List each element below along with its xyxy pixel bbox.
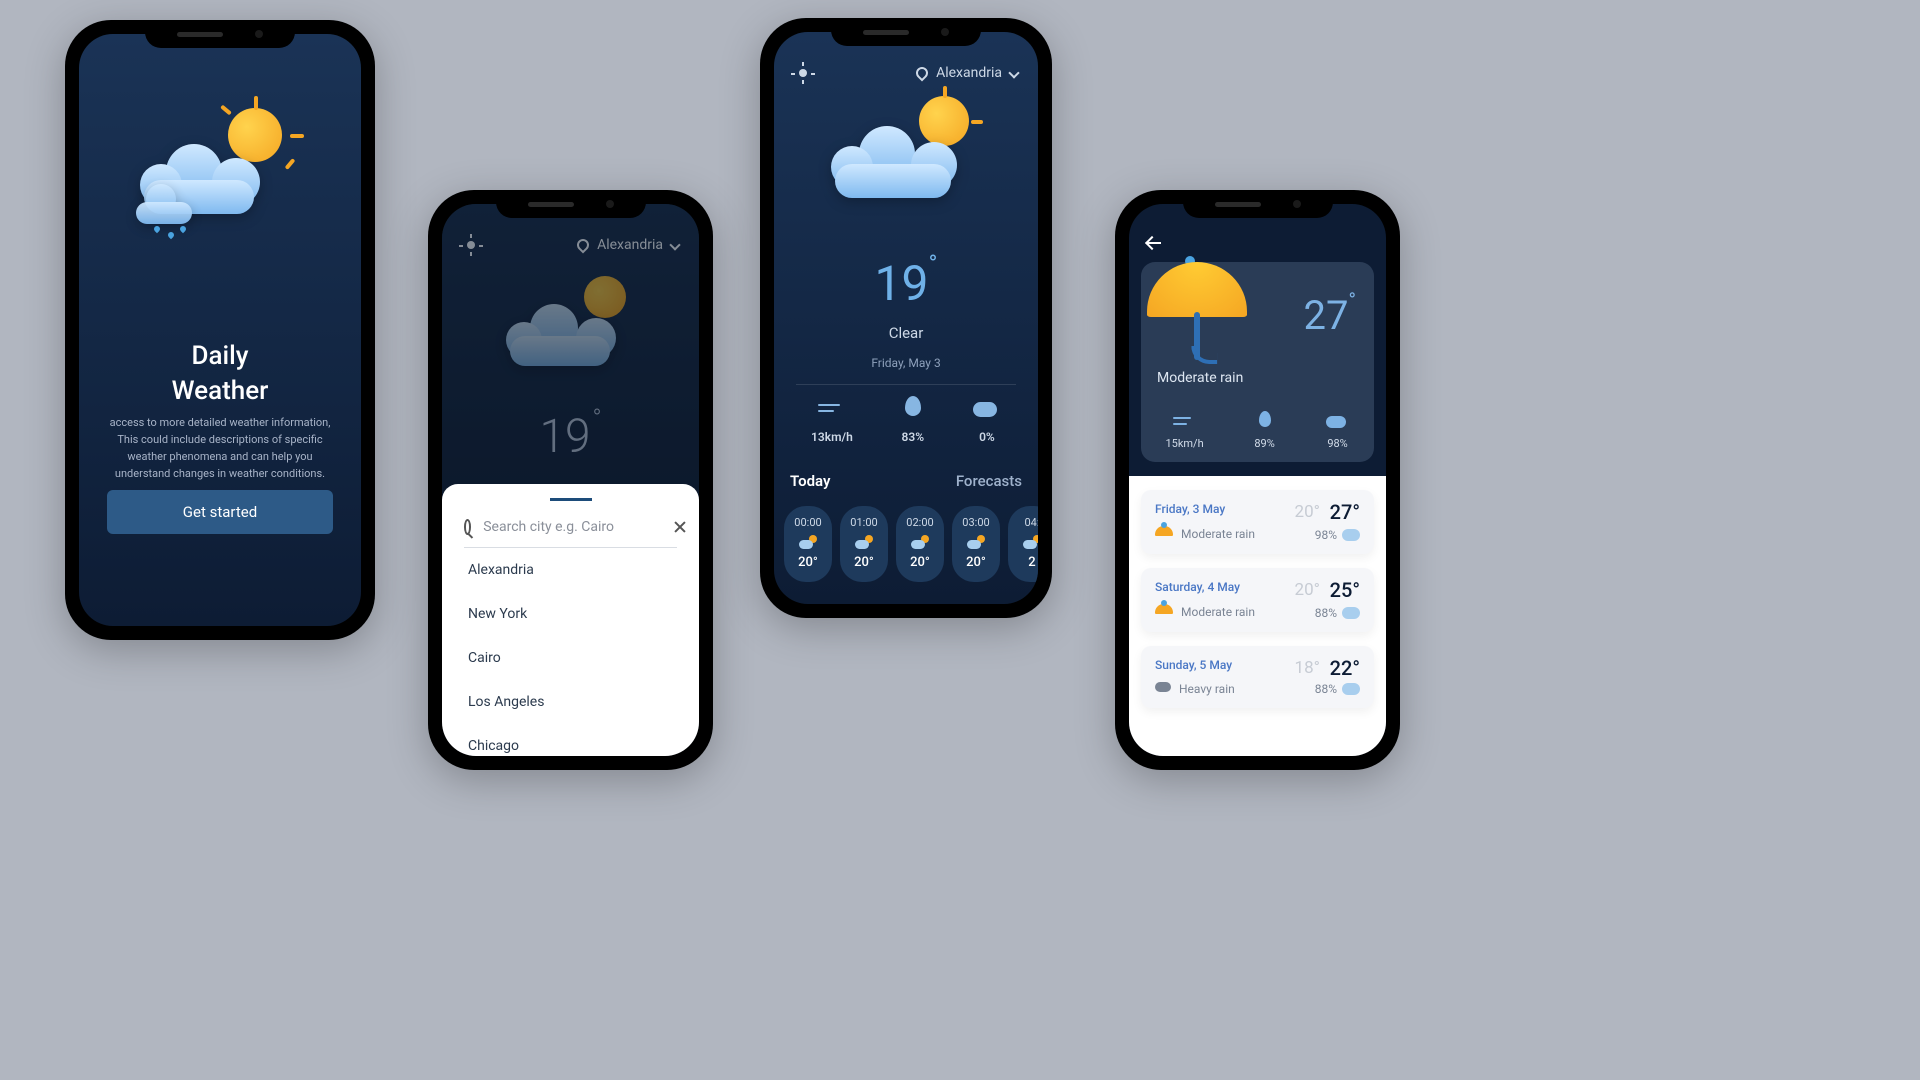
wind-icon bbox=[818, 396, 846, 420]
summary-temperature: 27° bbox=[1304, 288, 1356, 339]
wind-icon bbox=[1173, 411, 1197, 431]
chevron-down-icon bbox=[1008, 67, 1019, 78]
divider bbox=[796, 384, 1016, 385]
condition-label: Clear bbox=[774, 324, 1038, 342]
mini-weather-icon bbox=[967, 535, 985, 549]
temperature-readout: 19° bbox=[774, 250, 1038, 312]
day-forecast-card[interactable]: Sunday, 5 May 18°22° Heavy rain 88% bbox=[1141, 646, 1374, 708]
city-option[interactable]: Chicago bbox=[464, 724, 677, 756]
hour-card[interactable]: 01:0020° bbox=[840, 506, 888, 582]
sun-cloud-icon bbox=[831, 90, 981, 220]
mini-weather-icon bbox=[855, 535, 873, 549]
cloud-icon bbox=[1342, 607, 1360, 619]
cloud-icon bbox=[973, 396, 1001, 420]
umbrella-icon bbox=[1155, 604, 1173, 620]
city-option[interactable]: Los Angeles bbox=[464, 680, 677, 724]
city-option[interactable]: New York bbox=[464, 592, 677, 636]
date-label: Friday, May 3 bbox=[774, 356, 1038, 370]
back-button[interactable] bbox=[1147, 236, 1165, 250]
city-option[interactable]: Cairo bbox=[464, 636, 677, 680]
search-icon bbox=[464, 519, 471, 535]
location-selector[interactable]: Alexandria bbox=[916, 65, 1018, 81]
hour-card[interactable]: 02:0020° bbox=[896, 506, 944, 582]
mini-weather-icon bbox=[1023, 535, 1038, 549]
location-label: Alexandria bbox=[936, 65, 1002, 81]
city-search-input[interactable] bbox=[483, 519, 661, 535]
city-option[interactable]: Alexandria bbox=[464, 548, 677, 592]
mini-weather-icon bbox=[799, 535, 817, 549]
cloud-icon bbox=[1342, 529, 1360, 541]
umbrella-icon bbox=[1155, 526, 1173, 542]
sun-cloud-rain-icon bbox=[140, 104, 300, 244]
city-search-sheet: Alexandria New York Cairo Los Angeles Ch… bbox=[442, 484, 699, 756]
cloud-stat: 0% bbox=[973, 396, 1001, 444]
day-forecast-card[interactable]: Saturday, 4 May 20°25° Moderate rain 88% bbox=[1141, 568, 1374, 632]
humidity-stat: 89% bbox=[1253, 411, 1277, 450]
get-started-button[interactable]: Get started bbox=[107, 490, 333, 534]
humidity-icon bbox=[899, 396, 927, 420]
daily-forecast-list: Friday, 3 May 20°27° Moderate rain 98% S… bbox=[1129, 476, 1386, 756]
mini-weather-icon bbox=[911, 535, 929, 549]
today-tab[interactable]: Today bbox=[790, 472, 830, 490]
storm-icon bbox=[1155, 682, 1171, 696]
day-forecast-card[interactable]: Friday, 3 May 20°27° Moderate rain 98% bbox=[1141, 490, 1374, 554]
cloud-icon bbox=[1326, 411, 1350, 431]
pin-icon bbox=[914, 65, 931, 82]
wind-stat: 15km/h bbox=[1165, 411, 1203, 450]
humidity-icon bbox=[1253, 411, 1277, 431]
onboarding-title: DailyWeather bbox=[79, 339, 361, 409]
cloud-icon bbox=[1342, 683, 1360, 695]
cloud-stat: 98% bbox=[1326, 411, 1350, 450]
wind-stat: 13km/h bbox=[811, 396, 853, 444]
onboarding-description: access to more detailed weather informat… bbox=[79, 414, 361, 482]
clear-search-icon[interactable] bbox=[673, 520, 677, 534]
humidity-stat: 83% bbox=[899, 396, 927, 444]
forecasts-tab[interactable]: Forecasts bbox=[956, 472, 1022, 490]
umbrella-rain-icon bbox=[1147, 262, 1247, 362]
sheet-handle[interactable] bbox=[550, 498, 592, 501]
hour-card[interactable]: 00:0020° bbox=[784, 506, 832, 582]
daylight-toggle-icon[interactable] bbox=[794, 64, 812, 82]
forecast-summary-card: 27° Moderate rain 15km/h 89% 98% bbox=[1141, 262, 1374, 462]
hour-card[interactable]: 03:0020° bbox=[952, 506, 1000, 582]
hour-card[interactable]: 04:2 bbox=[1008, 506, 1038, 582]
summary-condition: Moderate rain bbox=[1157, 370, 1243, 386]
hourly-scroll[interactable]: 00:0020° 01:0020° 02:0020° 03:0020° 04:2 bbox=[784, 506, 1038, 582]
